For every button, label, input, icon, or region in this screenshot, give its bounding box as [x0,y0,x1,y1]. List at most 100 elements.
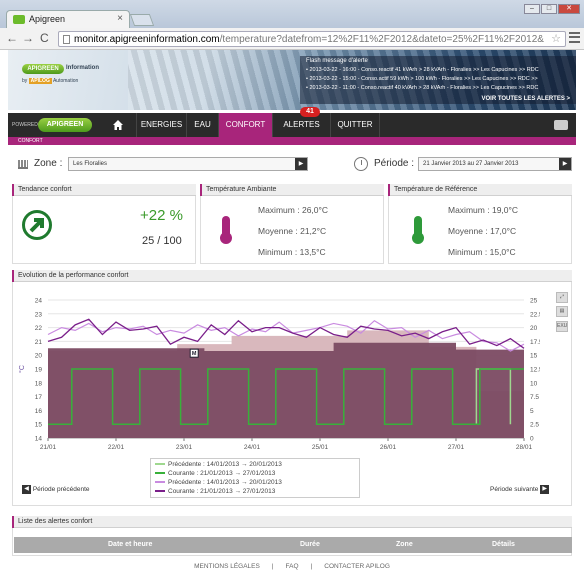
flash-alerts-panel: Flash message d'alerte • 2013-03-22 - 16… [300,56,576,104]
column-header-details[interactable]: Détails [492,537,515,553]
y2-tick-label: 5 [530,408,534,415]
y-tick-label: 21 [35,339,43,346]
confort-chart[interactable]: 14 15 16 17 18 19 20 21 22 23 24 0 2.5 5 7.5 10 12.5 15 17… [12,288,540,456]
legend-item[interactable]: Courante : 21/01/2013 → 27/01/2013 [155,470,275,477]
y-tick-label: 20 [35,353,43,360]
y-tick-label: 22 [35,325,43,332]
x-tick-label: 28/01 [516,444,533,451]
address-bar[interactable]: monitor.apigreeninformation.com/temperat… [58,31,566,47]
trend-percentage: +22 % [140,207,183,224]
see-all-alerts-link[interactable]: VOIR TOUTES LES ALERTES > [481,96,570,102]
reference-title: Température de Référence [388,184,572,196]
nav-quitter[interactable]: QUITTER [330,113,380,137]
footer-link-mentions[interactable]: MENTIONS LÉGALES [194,563,260,570]
reload-button[interactable]: C [40,31,49,45]
y-tick-label: 16 [35,408,43,415]
periode-label: Période : [374,158,415,169]
periode-select-arrow-icon[interactable]: ▶ [559,158,571,170]
column-header-date[interactable]: Date et heure [108,537,152,553]
nav-energies[interactable]: ENERGIES [136,113,186,137]
zone-select[interactable]: Les Floralies ▶ [68,157,308,171]
y2-tick-label: 15 [530,353,538,360]
apigreen-favicon-icon [13,15,25,24]
home-icon[interactable] [112,119,124,131]
footer-link-contact[interactable]: CONTACTER APILOG [324,563,390,570]
y-tick-label: 19 [35,367,43,374]
y2-tick-label: 25 [530,298,538,305]
maximize-button[interactable]: □ [541,4,557,14]
next-arrow-icon: ▶ [540,485,550,494]
tab-close-icon[interactable]: × [117,13,123,24]
periode-select[interactable]: 21 Janvier 2013 au 27 Janvier 2013 ▶ [418,157,572,171]
thermometer-icon [220,216,232,244]
reference-max: Maximum : 19,0°C [448,205,519,215]
y-tick-label: 18 [35,380,43,387]
x-tick-label: 24/01 [244,444,261,451]
legend-item[interactable]: Précédente : 14/01/2013 → 20/01/2013 [155,461,282,468]
flash-alert-item[interactable]: • 2013-03-22 - 16:00 - Conso.reactif 41 … [306,67,539,73]
close-window-button[interactable]: ✕ [558,4,580,14]
column-header-duree[interactable]: Durée [300,537,320,553]
legend-swatch [155,463,165,466]
apigreen-logo[interactable]: APIGREEN Information by APILOG Automatio… [22,64,112,96]
legend-item[interactable]: Courante : 21/01/2013 → 27/01/2013 [155,488,275,495]
back-button[interactable]: ← [6,31,18,45]
tab-title: Apigreen [29,14,66,24]
reference-min: Minimum : 15,0°C [448,247,516,257]
print-chart-icon[interactable]: ▤ [556,306,568,317]
chart-title: Evolution de la performance confort [12,270,572,282]
x-tick-label: 21/01 [40,444,57,451]
y2-tick-label: 2.5 [530,422,539,429]
export-icon[interactable]: EXU [556,321,568,332]
forward-button[interactable]: → [22,31,34,45]
chart-legend: Précédente : 14/01/2013 → 20/01/2013 Cou… [150,458,360,498]
zone-select-arrow-icon[interactable]: ▶ [295,158,307,170]
tendance-title: Tendance confort [12,184,196,196]
legend-item[interactable]: Précédente : 14/01/2013 → 20/01/2013 [155,479,282,486]
footer-link-faq[interactable]: FAQ [286,563,299,570]
flash-alert-item[interactable]: • 2013-03-22 - 11:00 - Conso.reactif 40 … [306,85,538,91]
browser-menu-icon[interactable] [569,32,580,43]
next-period-link[interactable]: Période suivante ▶ [490,485,550,494]
nav-alertes[interactable]: ALERTES [272,113,330,137]
print-icon[interactable] [554,120,568,130]
flash-alert-item[interactable]: • 2013-03-22 - 15:00 - Conso.actif 59 kW… [306,76,538,82]
footer: MENTIONS LÉGALES | FAQ | CONTACTER APILOG [194,563,390,570]
y-tick-label: 23 [35,311,43,318]
column-header-zone[interactable]: Zone [396,537,413,553]
clock-icon [354,157,368,171]
page-icon [63,35,70,44]
window-controls: ‒ □ ✕ [524,4,580,14]
building-icon [18,160,28,169]
filter-row: Zone : Les Floralies ▶ Période : 21 Janv… [12,155,572,175]
nav-eau[interactable]: EAU [186,113,218,137]
y-tick-label: 24 [35,298,43,305]
flash-alerts-title: Flash message d'alerte [306,58,368,64]
main-navbar: POWERED BY APIGREEN ENERGIES EAU CONFORT… [8,107,576,137]
trend-circle [22,210,52,240]
x-tick-label: 25/01 [312,444,329,451]
x-tick-label: 27/01 [448,444,465,451]
previous-period-link[interactable]: ◀ Période précédente [22,485,90,494]
legend-swatch [155,490,165,493]
new-tab-button[interactable] [129,14,155,26]
browser-tab[interactable]: Apigreen × [6,10,130,28]
y2-tick-label: 10 [530,380,538,387]
zone-label: Zone : [34,158,63,169]
alerts-list-title: Liste des alertes confort [12,516,572,528]
minimize-button[interactable]: ‒ [524,4,540,14]
bookmark-star-icon[interactable]: ☆ [551,32,561,45]
ambiante-min: Minimum : 13,5°C [258,247,326,257]
reference-moy: Moyenne : 17,0°C [448,226,517,236]
zoom-icon[interactable]: ⤢ [556,292,568,303]
alert-count-badge: 41 [300,107,320,117]
ambiante-title: Température Ambiante [200,184,384,196]
y2-tick-label: 17.5 [530,339,540,346]
y-axis-label: °C [18,365,26,373]
nav-confort[interactable]: CONFORT [218,113,272,137]
trend-up-arrow-icon [29,218,44,233]
marker-label: M [192,351,197,357]
ambiante-max: Maximum : 26,0°C [258,205,329,215]
y2-tick-label: 20 [530,325,538,332]
url-text[interactable]: monitor.apigreeninformation.com/temperat… [74,34,544,45]
